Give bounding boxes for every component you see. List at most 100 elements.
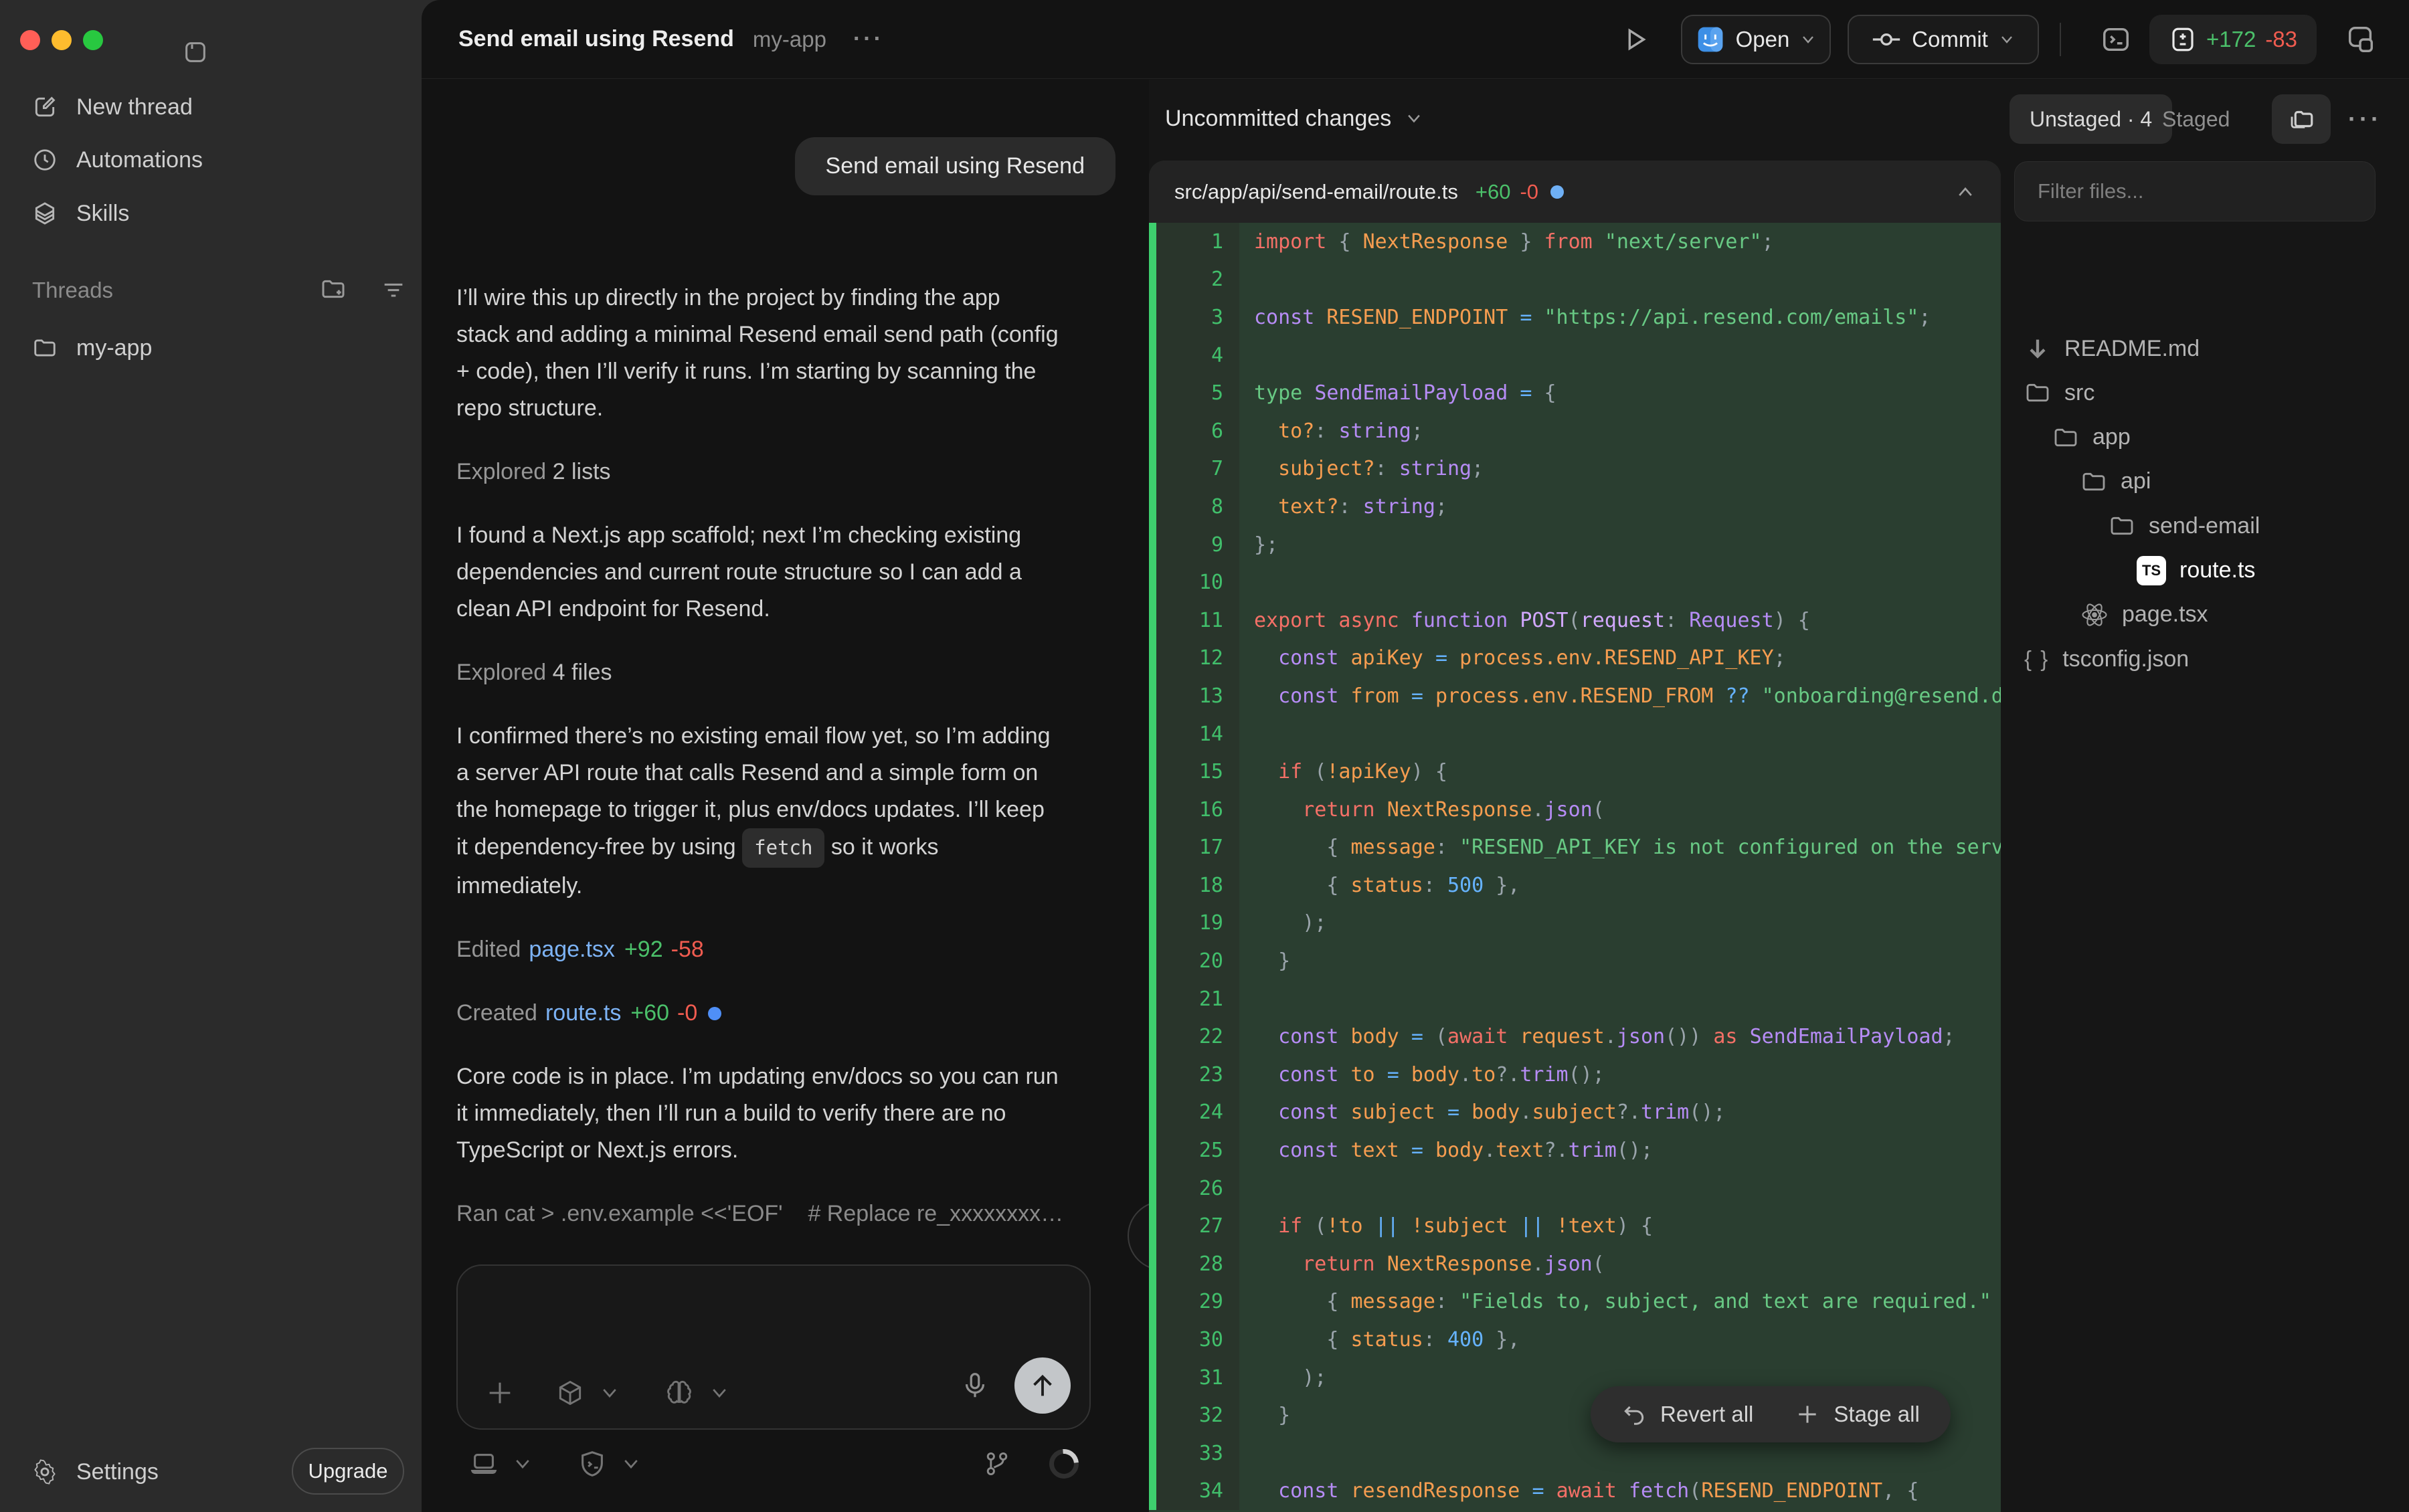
file-change-summary[interactable]: Editedpage.tsx+92-58 — [456, 931, 1116, 968]
code-line: if (!apiKey) { — [1239, 753, 2001, 791]
added-line-marker — [1149, 1434, 1156, 1473]
sidebar-item-new-thread[interactable]: New thread — [20, 84, 206, 130]
tool-activity-summary[interactable]: Explored 2 lists — [456, 454, 1116, 490]
thread-project: my-app — [753, 27, 826, 52]
code-line — [1239, 1169, 2001, 1208]
inline-code-chip: fetch — [742, 828, 824, 868]
added-line-marker — [1149, 942, 1156, 980]
sidebar-toggle-icon[interactable] — [182, 39, 209, 66]
tool-activity-summary[interactable]: Explored 4 files — [456, 654, 1116, 691]
filter-icon[interactable] — [380, 276, 407, 302]
commit-button[interactable]: Commit — [1848, 15, 2039, 64]
added-line-marker — [1149, 488, 1156, 526]
settings-button[interactable]: Settings — [20, 1447, 171, 1497]
added-line-marker — [1149, 1473, 1156, 1511]
diff-added-line: 12 const apiKey = process.env.RESEND_API… — [1149, 640, 2001, 678]
diff-code-view[interactable]: 1import { NextResponse } from "next/serv… — [1149, 223, 2001, 1512]
terminal-command-summary[interactable]: Ran cat > .env.example <<'EOF' # Replace… — [456, 1196, 1116, 1232]
file-tree-item-tsconfig-json[interactable]: { }tsconfig.json — [2024, 637, 2189, 681]
thread-label: my-app — [76, 335, 152, 361]
layout-icon[interactable] — [2345, 15, 2376, 64]
permissions-shield-icon[interactable] — [577, 1448, 608, 1479]
added-line-marker — [1149, 261, 1156, 299]
line-number: 11 — [1156, 601, 1239, 640]
file-tree-item-app[interactable]: app — [2052, 415, 2131, 460]
line-number: 32 — [1156, 1396, 1239, 1434]
file-change-summary[interactable]: Createdroute.ts+60-0 — [456, 995, 1116, 1032]
diff-added-line: 20 } — [1149, 942, 2001, 980]
mic-icon[interactable] — [960, 1370, 990, 1401]
chat-input[interactable] — [484, 1285, 1063, 1355]
removed-count: -83 — [2265, 27, 2297, 52]
send-button[interactable] — [1014, 1357, 1071, 1414]
open-button[interactable]: Open — [1681, 15, 1831, 64]
line-number: 20 — [1156, 942, 1239, 980]
file-tree-item-send-email[interactable]: send-email — [2109, 504, 2260, 548]
revert-all-button[interactable]: Revert all — [1621, 1402, 1753, 1427]
tab-unstaged[interactable]: Unstaged · 4 — [2010, 94, 2172, 144]
filter-files-input[interactable] — [2014, 161, 2376, 221]
file-tree-item-api[interactable]: api — [2080, 460, 2151, 504]
changes-menu-icon[interactable]: ··· — [2348, 94, 2382, 144]
line-number: 19 — [1156, 905, 1239, 943]
group-by-folder-button[interactable] — [2272, 94, 2331, 144]
gear-icon — [32, 1459, 58, 1485]
minimize-window-button[interactable] — [52, 30, 72, 50]
line-number: 12 — [1156, 640, 1239, 678]
file-link[interactable]: page.tsx — [529, 931, 615, 968]
diff-added-line: 10 — [1149, 563, 2001, 601]
attach-icon[interactable] — [484, 1378, 515, 1408]
terminal-icon[interactable] — [2101, 15, 2131, 64]
unsaved-dot — [708, 1007, 721, 1020]
react-file-icon — [2080, 601, 2109, 629]
diff-added-line: 21 — [1149, 980, 2001, 1018]
thread-menu-icon[interactable]: ··· — [853, 26, 884, 52]
close-window-button[interactable] — [20, 30, 40, 50]
message-composer[interactable] — [456, 1264, 1091, 1430]
changes-header[interactable]: Uncommitted changes — [1165, 93, 1423, 144]
code-line — [1239, 980, 2001, 1018]
stage-all-button[interactable]: Stage all — [1795, 1402, 1919, 1427]
file-tree-item-page-tsx[interactable]: page.tsx — [2080, 593, 2208, 637]
chevron-down-icon[interactable] — [709, 1386, 729, 1400]
code-line — [1239, 715, 2001, 753]
zoom-window-button[interactable] — [83, 30, 103, 50]
code-line: type SendEmailPayload = { — [1239, 374, 2001, 412]
added-line-marker — [1149, 601, 1156, 640]
sidebar-item-automations[interactable]: Automations — [20, 136, 216, 183]
chat-panel: Send email using ResendI’ll wire this up… — [422, 80, 1149, 1512]
diff-added-line: 1import { NextResponse } from "next/serv… — [1149, 223, 2001, 261]
device-icon[interactable] — [468, 1448, 499, 1479]
diff-stats-badge[interactable]: +172 -83 — [2149, 15, 2317, 64]
file-link[interactable]: route.ts — [545, 995, 621, 1032]
chevron-down-icon[interactable] — [513, 1457, 533, 1471]
file-tree-item-route-ts[interactable]: TSroute.ts — [2137, 549, 2255, 593]
code-line: } — [1239, 942, 2001, 980]
sidebar-item-skills[interactable]: Skills — [20, 190, 143, 237]
code-line: { message: "RESEND_API_KEY is not config… — [1239, 829, 2001, 867]
file-tree-item-src[interactable]: src — [2024, 371, 2094, 415]
commit-label: Commit — [1912, 27, 1988, 52]
diff-file-header[interactable]: src/app/api/send-email/route.ts +60 -0 — [1149, 161, 2001, 223]
tab-staged[interactable]: Staged — [2150, 94, 2242, 144]
code-line: if (!to || !subject || !text) { — [1239, 1207, 2001, 1245]
sidebar-thread-my-app[interactable]: my-app — [20, 324, 165, 371]
diff-added-line: 3const RESEND_ENDPOINT = "https://api.re… — [1149, 298, 2001, 337]
window-controls[interactable] — [20, 30, 103, 50]
run-icon[interactable] — [1619, 15, 1650, 64]
chevron-down-icon[interactable] — [621, 1457, 641, 1471]
code-line: return NextResponse.json( — [1239, 1245, 2001, 1283]
file-tree-label: api — [2121, 468, 2151, 494]
upgrade-button[interactable]: Upgrade — [292, 1448, 404, 1495]
chevron-down-icon[interactable] — [600, 1386, 620, 1400]
brain-icon[interactable] — [664, 1378, 695, 1408]
added-line-marker — [1149, 298, 1156, 337]
added-line-marker — [1149, 640, 1156, 678]
settings-label: Settings — [76, 1459, 159, 1485]
line-number: 31 — [1156, 1359, 1239, 1397]
branch-icon[interactable] — [982, 1449, 1012, 1479]
file-tree-item-readme-md[interactable]: README.md — [2024, 326, 2200, 371]
added-line-marker — [1149, 223, 1156, 261]
model-cube-icon[interactable] — [555, 1378, 585, 1408]
new-folder-icon[interactable] — [320, 276, 347, 302]
